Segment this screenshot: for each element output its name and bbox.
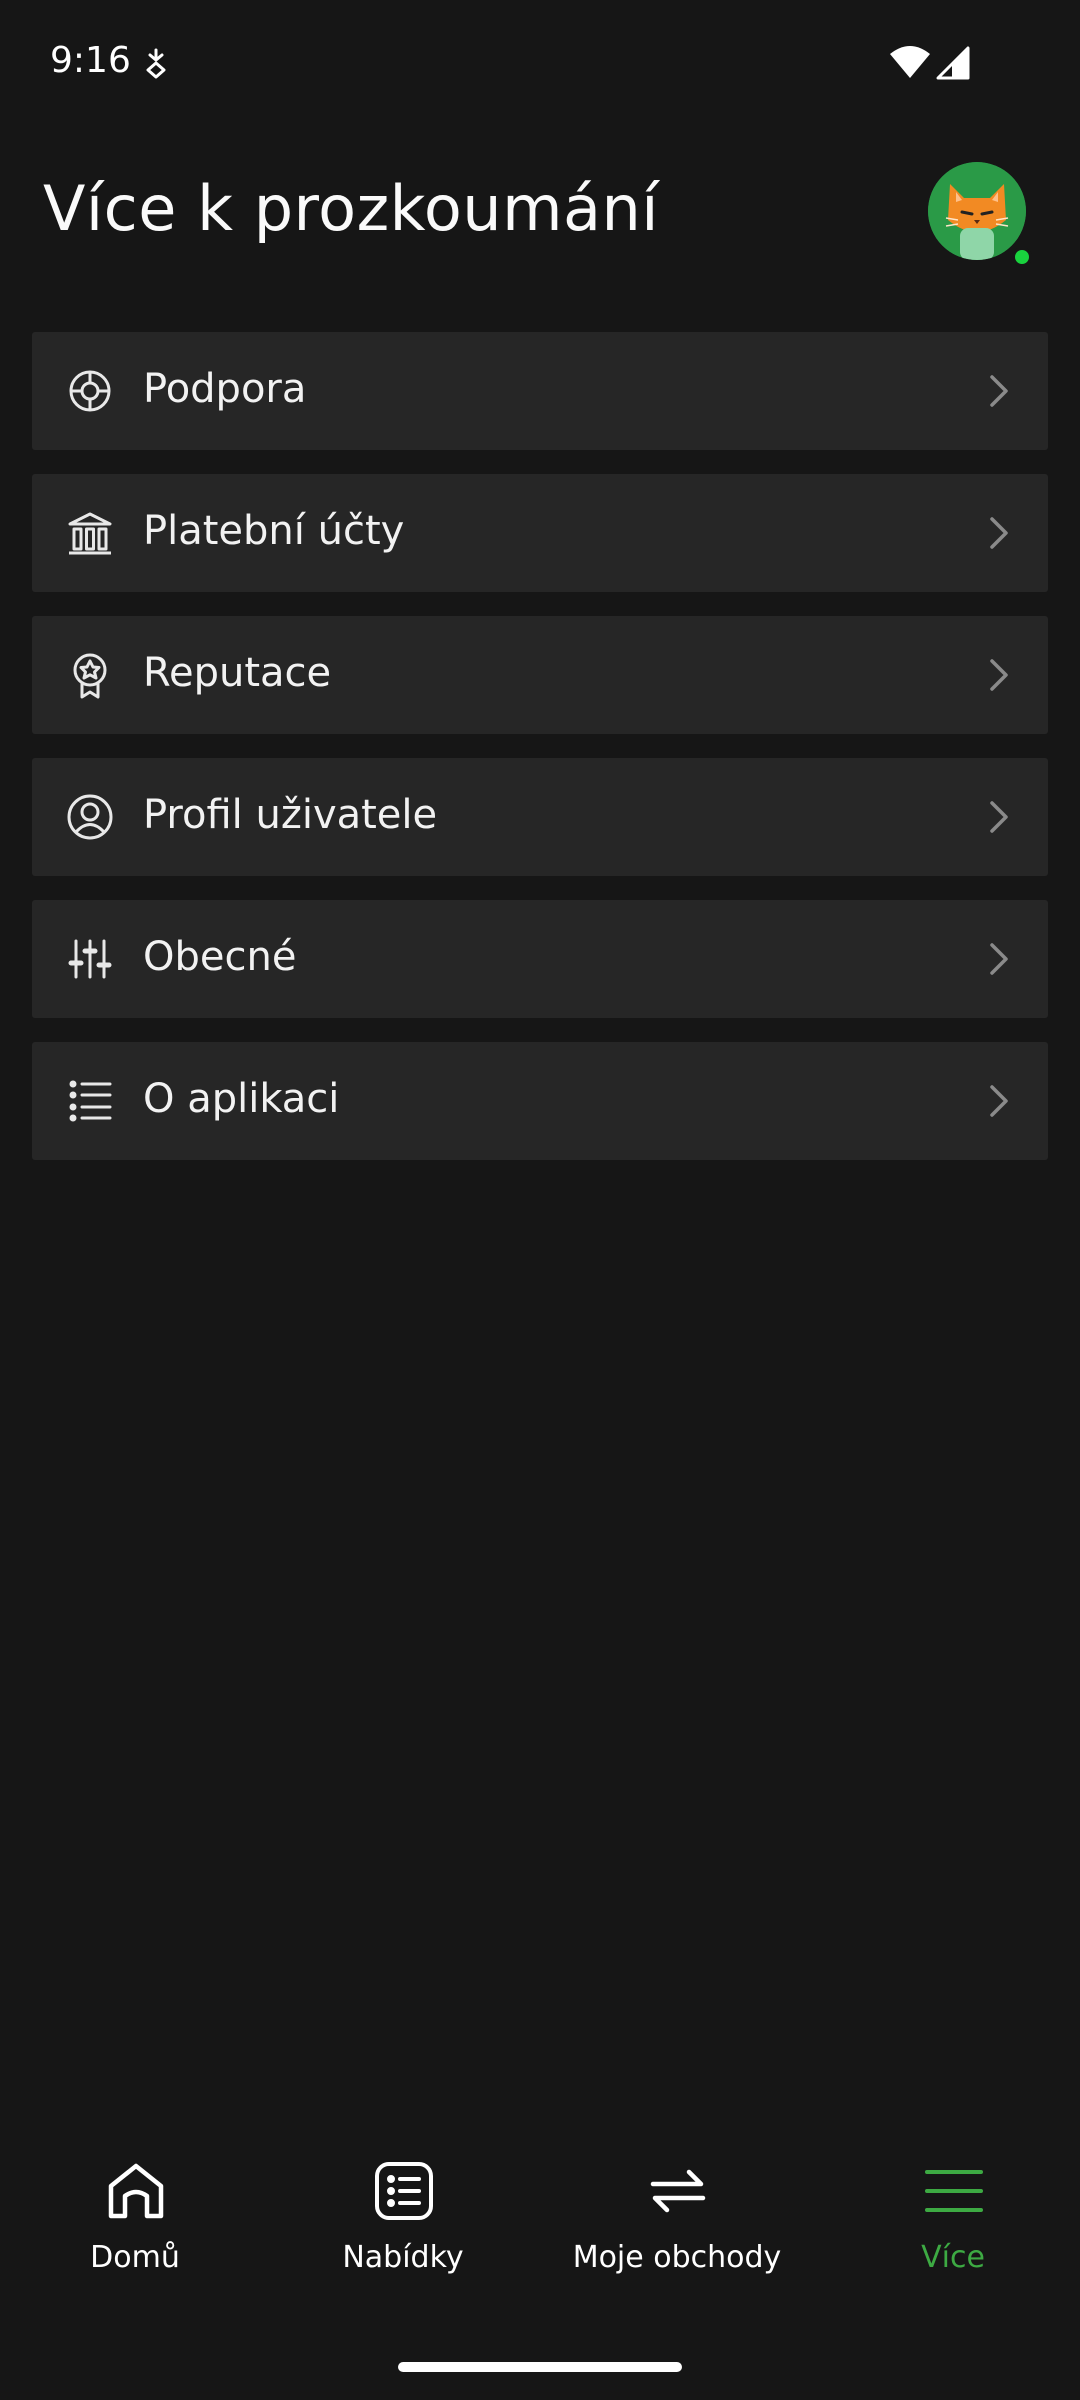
- offers-list-icon: [373, 2160, 435, 2222]
- signal-icon: [936, 46, 970, 80]
- wifi-icon: [888, 44, 932, 80]
- menu-item-label: Platební účty: [143, 508, 405, 554]
- menu-item-o-aplikaci[interactable]: O aplikaci: [32, 1042, 1048, 1160]
- nav-item-moje-obchody[interactable]: Moje obchody: [542, 2130, 812, 2300]
- menu-list: Podpora Platební účty Reputace Profil už…: [32, 332, 1048, 1184]
- chevron-right-icon: [988, 515, 1010, 551]
- status-bar: 9:16: [0, 0, 1080, 130]
- award-badge-icon: [66, 651, 114, 699]
- nav-item-label: Domů: [90, 2240, 180, 2275]
- menu-item-label: Profil uživatele: [143, 792, 438, 838]
- nav-item-nabidky[interactable]: Nabídky: [268, 2130, 538, 2300]
- menu-item-podpora[interactable]: Podpora: [32, 332, 1048, 450]
- chevron-right-icon: [988, 799, 1010, 835]
- avatar[interactable]: [928, 162, 1026, 260]
- lifebuoy-icon: [66, 367, 114, 415]
- nav-item-vice[interactable]: Více: [818, 2130, 1080, 2300]
- sliders-icon: [66, 935, 114, 983]
- home-indicator[interactable]: [398, 2362, 682, 2372]
- nav-item-domu[interactable]: Domů: [0, 2130, 270, 2300]
- bank-icon: [66, 509, 114, 557]
- nav-item-label: Nabídky: [342, 2240, 464, 2275]
- menu-item-label: Reputace: [143, 650, 332, 696]
- menu-item-label: O aplikaci: [143, 1076, 340, 1122]
- online-status-dot: [1012, 247, 1032, 267]
- bottom-navigation: Domů Nabídky Moje obchody Více: [0, 2130, 1080, 2310]
- menu-item-reputace[interactable]: Reputace: [32, 616, 1048, 734]
- home-icon: [105, 2160, 167, 2222]
- swap-arrows-icon: [647, 2160, 709, 2222]
- menu-item-label: Podpora: [143, 366, 307, 412]
- nav-item-label: Více: [921, 2240, 985, 2275]
- status-time: 9:16: [50, 40, 131, 81]
- chevron-right-icon: [988, 1083, 1010, 1119]
- page-title: Více k prozkoumání: [43, 172, 659, 245]
- menu-item-profil-uzivatele[interactable]: Profil uživatele: [32, 758, 1048, 876]
- menu-item-obecne[interactable]: Obecné: [32, 900, 1048, 1018]
- menu-item-label: Obecné: [143, 934, 297, 980]
- nav-item-label: Moje obchody: [572, 2240, 782, 2275]
- menu-item-platebni-ucty[interactable]: Platební účty: [32, 474, 1048, 592]
- chevron-right-icon: [988, 657, 1010, 693]
- notification-icon: [140, 46, 172, 80]
- list-icon: [66, 1077, 114, 1125]
- chevron-right-icon: [988, 373, 1010, 409]
- menu-icon: [923, 2160, 985, 2222]
- chevron-right-icon: [988, 941, 1010, 977]
- user-circle-icon: [66, 793, 114, 841]
